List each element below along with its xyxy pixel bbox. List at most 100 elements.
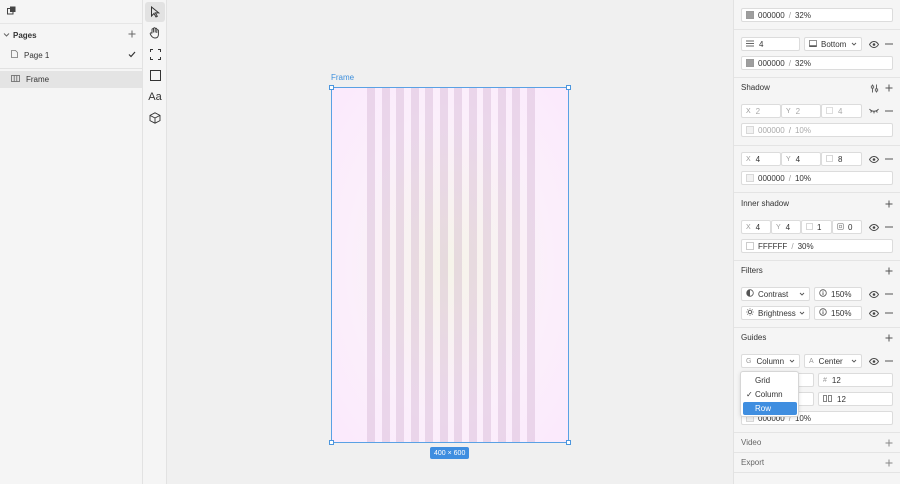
app-menu-icon[interactable]: [7, 6, 16, 17]
resize-handle-top-right[interactable]: [566, 85, 571, 90]
add-inner-shadow-icon[interactable]: [883, 198, 895, 210]
eye-icon[interactable]: [868, 355, 880, 367]
divider: [734, 327, 900, 328]
info-icon: [819, 308, 827, 318]
color-swatch[interactable]: [746, 11, 754, 19]
fill-opacity: 32%: [794, 10, 811, 20]
canvas[interactable]: Frame 400 × 600: [168, 0, 733, 484]
guide-align-select[interactable]: A Center: [804, 354, 862, 368]
frame-tool-button[interactable]: [145, 44, 165, 64]
add-video-icon[interactable]: [883, 437, 895, 449]
resize-handle-top-left[interactable]: [329, 85, 334, 90]
stroke-width-value: 4: [759, 39, 764, 49]
add-shadow-icon[interactable]: [883, 82, 895, 94]
adjust-sliders-icon[interactable]: [868, 82, 880, 94]
remove-icon[interactable]: [883, 105, 895, 117]
color-swatch[interactable]: [746, 126, 754, 134]
eye-closed-icon[interactable]: [868, 105, 880, 117]
resize-handle-bottom-right[interactable]: [566, 440, 571, 445]
frame[interactable]: [331, 87, 569, 443]
shadow-1-y: 2: [795, 106, 801, 116]
inner-shadow-hex: FFFFFF: [758, 241, 788, 251]
stroke-hex: 000000: [758, 58, 785, 68]
frame-label[interactable]: Frame: [331, 73, 354, 82]
chevron-down-icon[interactable]: [3, 31, 10, 40]
remove-icon[interactable]: [883, 355, 895, 367]
resize-handle-bottom-left[interactable]: [329, 440, 334, 445]
column-guide: [367, 88, 375, 442]
remove-icon[interactable]: [883, 221, 895, 233]
shadow-2-y-field[interactable]: Y 4: [781, 152, 821, 166]
add-filter-icon[interactable]: [883, 265, 895, 277]
guide-gutter-field[interactable]: 12: [818, 392, 893, 406]
remove-icon[interactable]: [883, 153, 895, 165]
color-swatch[interactable]: [746, 174, 754, 182]
shadow-2-x-field[interactable]: X 4: [741, 152, 781, 166]
spread-icon: [837, 222, 844, 232]
fill-color-field[interactable]: 000000 / 32%: [741, 8, 893, 22]
shadow-2-color-field[interactable]: 000000 / 10%: [741, 171, 893, 185]
add-export-icon[interactable]: [883, 457, 895, 469]
inner-shadow-blur: 1: [817, 222, 822, 232]
eye-icon[interactable]: [868, 153, 880, 165]
dropdown-option-row[interactable]: Row: [743, 402, 797, 415]
inner-shadow-blur-field[interactable]: 1: [801, 220, 832, 234]
inner-shadow-spread-field[interactable]: 0: [832, 220, 862, 234]
dropdown-option-grid[interactable]: Grid: [743, 374, 797, 387]
stroke-width-field[interactable]: 4: [741, 37, 800, 51]
checkmark-icon: ✓: [746, 390, 753, 399]
layer-item-frame[interactable]: Frame: [0, 71, 142, 88]
dropdown-option-column[interactable]: ✓ Column: [743, 388, 797, 401]
shadow-1-blur-field[interactable]: 4: [821, 104, 862, 118]
remove-icon[interactable]: [883, 307, 895, 319]
pages-header[interactable]: Pages: [0, 24, 142, 46]
filter-2-value-field[interactable]: 150%: [814, 306, 862, 320]
pages-title: Pages: [13, 30, 37, 40]
x-label: X: [746, 107, 751, 115]
remove-icon[interactable]: [883, 38, 895, 50]
color-swatch[interactable]: [746, 59, 754, 67]
chevron-down-icon: [799, 311, 805, 315]
filter-2-type-select[interactable]: Brightness: [741, 306, 810, 320]
filter-2-name: Brightness: [758, 308, 796, 318]
rectangle-tool-button[interactable]: [145, 65, 165, 85]
stroke-color-field[interactable]: 000000 / 32%: [741, 56, 893, 70]
filter-2-value: 150%: [831, 308, 852, 318]
move-tool-button[interactable]: [145, 2, 165, 22]
x-label: X: [746, 155, 751, 163]
shadow-2-blur-field[interactable]: 8: [821, 152, 862, 166]
add-page-icon[interactable]: [128, 30, 136, 40]
page-item[interactable]: Page 1: [0, 46, 142, 64]
column-guide: [454, 88, 462, 442]
chevron-down-icon: [851, 359, 857, 363]
filter-1-value-field[interactable]: 150%: [814, 287, 862, 301]
square-icon: [809, 39, 817, 49]
shadow-1-y-field[interactable]: Y 2: [781, 104, 821, 118]
inner-shadow-x: 4: [755, 222, 761, 232]
color-swatch[interactable]: [746, 242, 754, 250]
shadow-1-color-field[interactable]: 000000 / 10%: [741, 123, 893, 137]
guide-count-prefix: #: [823, 376, 827, 384]
inner-shadow-color-field[interactable]: FFFFFF / 30%: [741, 239, 893, 253]
filter-1-value: 150%: [831, 289, 852, 299]
shadow-1-x-field[interactable]: X 2: [741, 104, 781, 118]
frame-columns-icon: [11, 75, 20, 84]
blur-icon: [806, 222, 813, 232]
text-tool-button[interactable]: Aa: [145, 87, 165, 107]
eye-icon[interactable]: [868, 38, 880, 50]
stroke-position-select[interactable]: Bottom: [804, 37, 862, 51]
add-guide-icon[interactable]: [883, 332, 895, 344]
eye-icon[interactable]: [868, 221, 880, 233]
shadow-section-title: Shadow: [741, 83, 770, 92]
inner-shadow-y-field[interactable]: Y 4: [771, 220, 801, 234]
divider: [734, 452, 900, 453]
remove-icon[interactable]: [883, 288, 895, 300]
hand-tool-button[interactable]: [145, 23, 165, 43]
guide-count-field[interactable]: # 12: [818, 373, 893, 387]
inner-shadow-x-field[interactable]: X 4: [741, 220, 771, 234]
filter-1-type-select[interactable]: Contrast: [741, 287, 810, 301]
eye-icon[interactable]: [868, 307, 880, 319]
guide-type-select[interactable]: G Column: [741, 354, 800, 368]
component-tool-button[interactable]: [145, 108, 165, 128]
eye-icon[interactable]: [868, 288, 880, 300]
